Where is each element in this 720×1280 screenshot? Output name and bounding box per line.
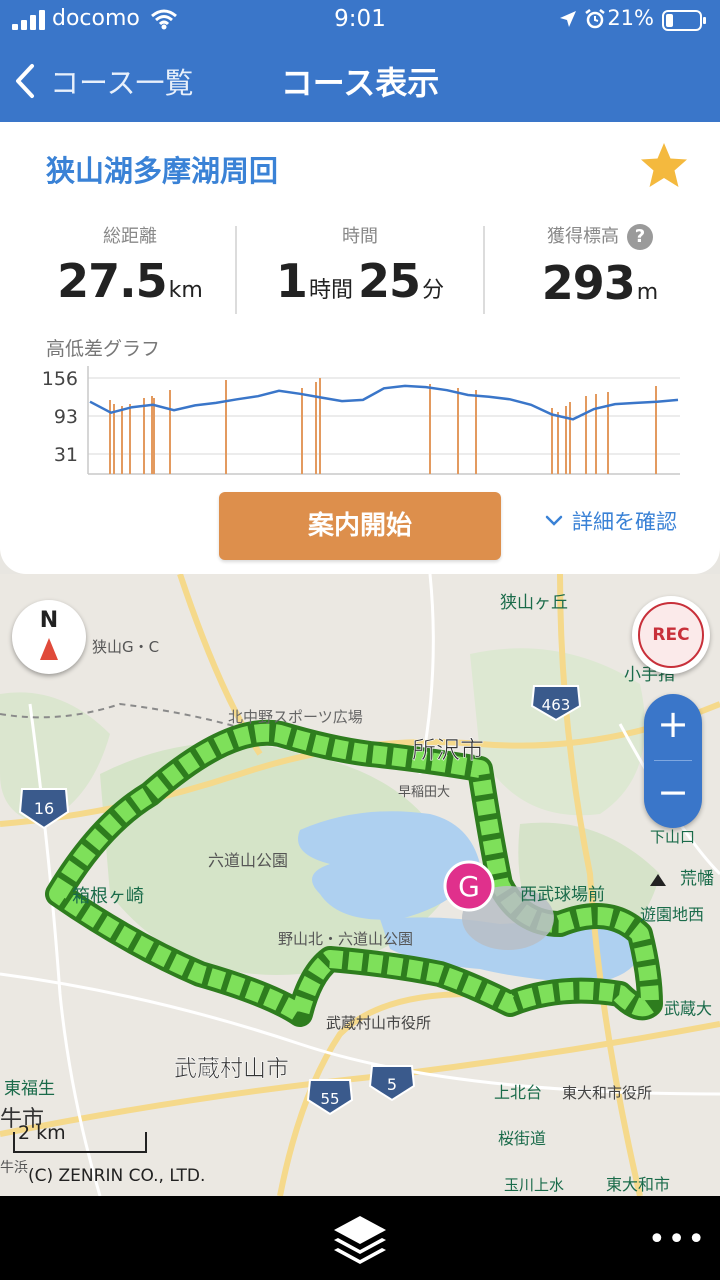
record-button[interactable]: REC <box>632 596 710 674</box>
map-place-label: 武蔵村山市 <box>174 1056 289 1082</box>
divider <box>235 226 237 314</box>
y-tick-label: 156 <box>42 368 78 390</box>
stat-time-minutes: 25 <box>358 254 421 308</box>
zoom-out-button[interactable]: − <box>644 762 702 826</box>
help-icon[interactable]: ? <box>627 224 653 250</box>
stat-time-minutes-unit: 分 <box>422 278 445 303</box>
stat-time-hours: 1 <box>275 254 308 308</box>
map-canvas[interactable]: G 16 463 5 55 狭山ヶ丘 狭山G・C 北中野スポーツ広場 所沢市 早… <box>0 574 720 1196</box>
more-menu-icon[interactable]: ••• <box>648 1222 707 1257</box>
stat-elevation-gain: 獲得標高? 293m <box>490 222 710 310</box>
stat-distance-value: 27.5 <box>57 254 167 308</box>
map-view[interactable]: G 16 463 5 55 狭山ヶ丘 狭山G・C 北中野スポーツ広場 所沢市 早… <box>0 574 720 1196</box>
svg-text:55: 55 <box>320 1090 339 1108</box>
map-place-label: 狭山G・C <box>92 638 159 656</box>
elevation-line <box>89 384 679 421</box>
map-place-label: 箱根ヶ崎 <box>72 886 144 907</box>
svg-text:463: 463 <box>542 696 571 714</box>
details-label: 詳細を確認 <box>572 510 677 534</box>
map-place-label: 野山北・六道山公園 <box>278 930 413 948</box>
map-place-label: 遊園地西 <box>640 905 704 924</box>
layers-icon[interactable] <box>330 1212 390 1268</box>
y-tick-label: 31 <box>54 444 78 466</box>
map-place-label: 早稲田大 <box>398 785 450 800</box>
map-place-label: 武蔵大 <box>664 999 712 1018</box>
map-place-label: 上北台 <box>494 1083 542 1102</box>
zoom-in-button[interactable]: + <box>644 694 702 758</box>
alarm-icon <box>585 9 605 29</box>
chevron-down-icon <box>545 515 563 526</box>
favorite-star-icon[interactable] <box>638 140 690 192</box>
scale-label: 2 km <box>18 1122 66 1144</box>
stat-distance: 総距離 27.5km <box>30 222 230 308</box>
compass-label: N <box>39 608 59 633</box>
battery-percent: 21% <box>607 6 654 30</box>
divider <box>654 760 692 761</box>
stat-time-hours-unit: 時間 <box>308 278 353 303</box>
compass-needle-icon <box>40 638 58 660</box>
stat-time: 時間 1時間 25分 <box>240 222 480 308</box>
svg-text:5: 5 <box>387 1075 397 1094</box>
map-place-label: 玉川上水 <box>504 1176 564 1194</box>
map-place-label: 武蔵村山市役所 <box>326 1014 431 1032</box>
map-place-label: 東大和市 <box>606 1175 670 1194</box>
map-place-label: 荒幡 <box>680 869 714 889</box>
goal-marker-label: G <box>458 870 480 903</box>
course-card: 狭山湖多摩湖周回 総距離 27.5km 時間 1時間 25分 獲得標高? 293… <box>0 122 720 574</box>
compass-button[interactable]: N <box>12 600 86 674</box>
map-place-label: 六道山公園 <box>208 851 288 870</box>
svg-text:16: 16 <box>34 799 54 818</box>
stat-elevation-value: 293 <box>541 256 636 310</box>
stat-elevation-unit: m <box>636 280 659 305</box>
map-place-label: 狭山ヶ丘 <box>500 593 568 613</box>
details-link[interactable]: 詳細を確認 <box>544 506 677 536</box>
y-tick-label: 93 <box>54 406 78 428</box>
stat-distance-label: 総距離 <box>103 226 157 247</box>
map-place-label: 北中野スポーツ広場 <box>228 708 363 726</box>
map-place-label: 東福生 <box>4 1079 55 1099</box>
map-place-label: 牛浜 <box>0 1160 28 1176</box>
status-bar: docomo 9:01 21% <box>0 0 720 40</box>
battery-icon <box>662 10 706 31</box>
divider <box>483 226 485 314</box>
map-place-label: 東大和市役所 <box>562 1084 652 1102</box>
record-label: REC <box>638 602 704 668</box>
copyright: (C) ZENRIN CO., LTD. <box>28 1166 206 1186</box>
elevation-graph-label: 高低差グラフ <box>46 338 161 360</box>
start-navigation-button[interactable]: 案内開始 <box>219 492 501 560</box>
map-place-label: 下山口 <box>650 828 695 846</box>
stat-distance-unit: km <box>168 278 203 303</box>
course-name: 狭山湖多摩湖周回 <box>46 154 279 188</box>
stat-elevation-label: 獲得標高 <box>547 226 619 247</box>
page-title: コース表示 <box>280 64 440 102</box>
zoom-control: + − <box>644 694 702 828</box>
map-place-label: 西武球場前 <box>520 885 605 905</box>
navigation-bar: コース一覧 コース表示 <box>0 40 720 122</box>
stat-time-label: 時間 <box>342 226 378 247</box>
map-place-label: 所沢市 <box>412 736 484 764</box>
elevation-graph: 156 93 31 <box>42 366 680 475</box>
course-stats: 総距離 27.5km 時間 1時間 25分 獲得標高? 293m <box>0 222 720 318</box>
location-arrow-icon <box>560 11 576 27</box>
map-place-label: 桜街道 <box>498 1129 546 1148</box>
